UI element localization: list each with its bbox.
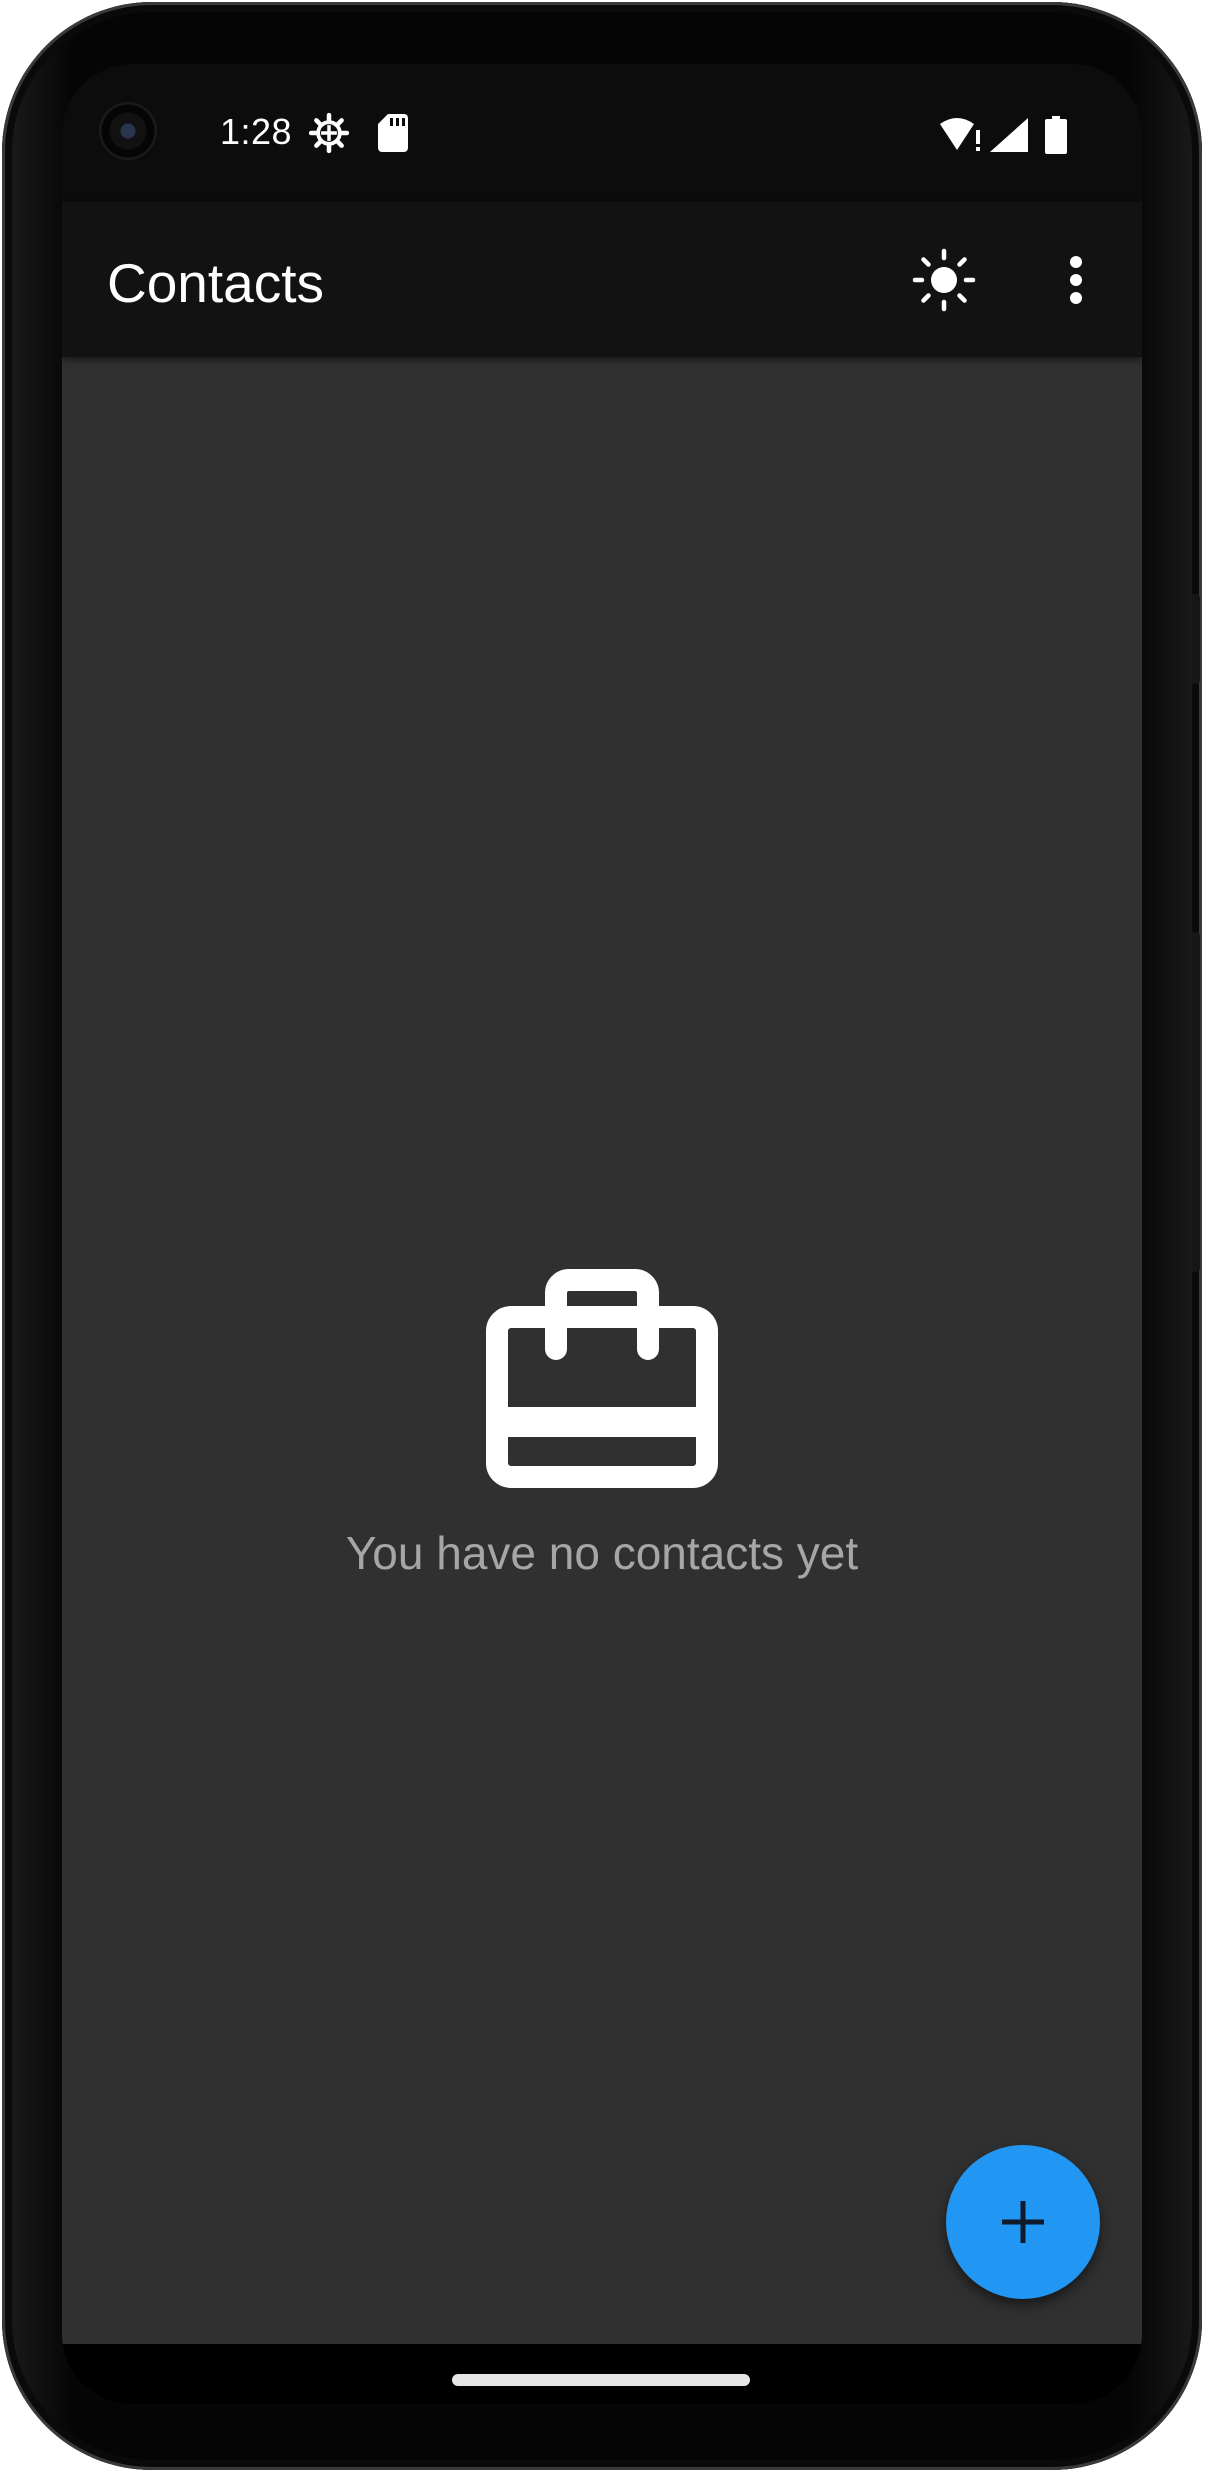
settings-gear-icon	[308, 112, 350, 159]
power-button	[1192, 594, 1200, 684]
home-indicator[interactable]	[452, 2374, 750, 2386]
add-contact-button[interactable]	[946, 2145, 1100, 2299]
briefcase-icon	[486, 1269, 718, 1496]
screen: 1:28 Contacts You have no contacts yet	[62, 64, 1142, 2404]
gesture-nav-bar	[62, 2344, 1142, 2404]
app-bar: Contacts	[62, 202, 1142, 357]
more-options-icon[interactable]	[1044, 248, 1108, 312]
front-camera	[99, 102, 157, 160]
contacts-content: You have no contacts yet	[62, 357, 1142, 2344]
wifi-alert-icon	[940, 118, 984, 157]
status-bar: 1:28	[62, 64, 1142, 202]
phone-frame: 1:28 Contacts You have no contacts yet	[2, 2, 1202, 2470]
theme-toggle-sun-icon[interactable]	[912, 248, 976, 312]
plus-icon	[1002, 2201, 1044, 2243]
sd-card-icon	[378, 114, 408, 157]
cell-signal-icon	[990, 118, 1028, 157]
battery-icon	[1045, 116, 1067, 159]
volume-rocker	[1192, 932, 1200, 1272]
app-title: Contacts	[107, 252, 325, 314]
status-time: 1:28	[220, 111, 293, 152]
empty-state-message: You have no contacts yet	[345, 1527, 859, 1579]
